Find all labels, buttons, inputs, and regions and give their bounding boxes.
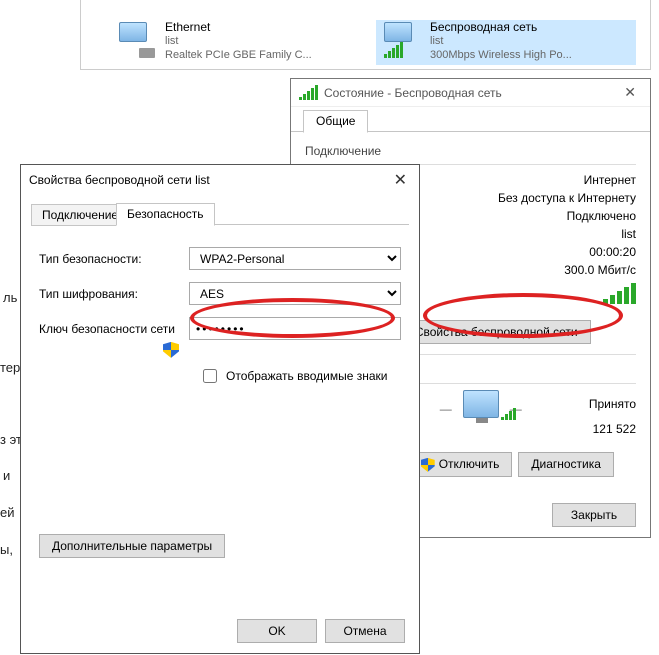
advanced-settings-button[interactable]: Дополнительные параметры — [39, 534, 225, 558]
ethernet-adapter-item[interactable]: Ethernet list Realtek PCIe GBE Family C.… — [111, 20, 371, 65]
show-characters-checkbox[interactable] — [203, 369, 217, 383]
tab-connection[interactable]: Подключение — [31, 204, 129, 226]
tab-general[interactable]: Общие — [303, 110, 368, 133]
shield-icon — [421, 458, 435, 472]
ethernet-title: Ethernet — [165, 20, 312, 34]
duration-value: 00:00:20 — [589, 245, 636, 259]
disable-button[interactable]: Отключить — [408, 452, 513, 477]
bg-text: ы, — [0, 542, 13, 557]
status-titlebar[interactable]: Состояние - Беспроводная сеть ✕ — [291, 79, 650, 107]
security-key-input[interactable] — [189, 317, 401, 340]
ipv6-value: Без доступа к Интернету — [498, 191, 636, 205]
properties-title: Свойства беспроводной сети list — [29, 173, 390, 187]
ssid-value: list — [621, 227, 636, 241]
encryption-type-label: Тип шифрования: — [39, 287, 189, 301]
close-button[interactable]: Закрыть — [552, 503, 636, 527]
tab-security[interactable]: Безопасность — [116, 203, 215, 226]
encryption-type-select[interactable]: AES — [189, 282, 401, 305]
wireless-device: 300Mbps Wireless High Po... — [430, 48, 572, 62]
wireless-properties-dialog: Свойства беспроводной сети list ✕ Подклю… — [20, 164, 420, 654]
ethernet-network: list — [165, 34, 312, 48]
media-state-value: Подключено — [567, 209, 636, 223]
shield-icon — [163, 342, 179, 358]
bg-text: ей — [0, 505, 15, 520]
wireless-adapter-item[interactable]: Беспроводная сеть list 300Mbps Wireless … — [376, 20, 636, 65]
received-label: Принято — [589, 397, 636, 411]
wireless-icon — [382, 20, 422, 60]
diagnostics-button[interactable]: Диагностика — [518, 452, 614, 477]
ethernet-icon — [117, 20, 157, 60]
bg-text: з эт — [0, 432, 22, 447]
speed-value: 300.0 Мбит/с — [564, 263, 636, 277]
close-icon[interactable]: ✕ — [390, 170, 411, 190]
ethernet-device: Realtek PCIe GBE Family C... — [165, 48, 312, 62]
signal-icon — [299, 85, 318, 100]
bg-text: ль — [3, 290, 17, 305]
wireless-properties-button[interactable]: Свойства беспроводной сети — [402, 320, 591, 344]
ok-button[interactable]: OK — [237, 619, 317, 643]
bg-text: и — [3, 468, 10, 483]
security-key-label: Ключ безопасности сети — [39, 322, 189, 336]
wireless-title: Беспроводная сеть — [430, 20, 572, 34]
show-characters-label: Отображать вводимые знаки — [226, 369, 387, 383]
status-tabs: Общие — [291, 107, 650, 132]
status-window-title: Состояние - Беспроводная сеть — [324, 86, 612, 100]
connection-section-title: Подключение — [305, 144, 636, 158]
activity-icon: — — — [436, 390, 526, 418]
network-connections-list: Ethernet list Realtek PCIe GBE Family C.… — [80, 0, 651, 70]
ipv4-value: Интернет — [584, 173, 636, 187]
wireless-network: list — [430, 34, 572, 48]
security-type-label: Тип безопасности: — [39, 252, 189, 266]
cancel-button[interactable]: Отмена — [325, 619, 405, 643]
signal-bars-icon — [603, 283, 636, 304]
security-type-select[interactable]: WPA2-Personal — [189, 247, 401, 270]
bg-text: тер — [0, 360, 20, 375]
bytes-received-value: 121 522 — [556, 422, 636, 436]
close-icon[interactable]: ✕ — [618, 84, 642, 101]
properties-titlebar[interactable]: Свойства беспроводной сети list ✕ — [21, 165, 419, 195]
